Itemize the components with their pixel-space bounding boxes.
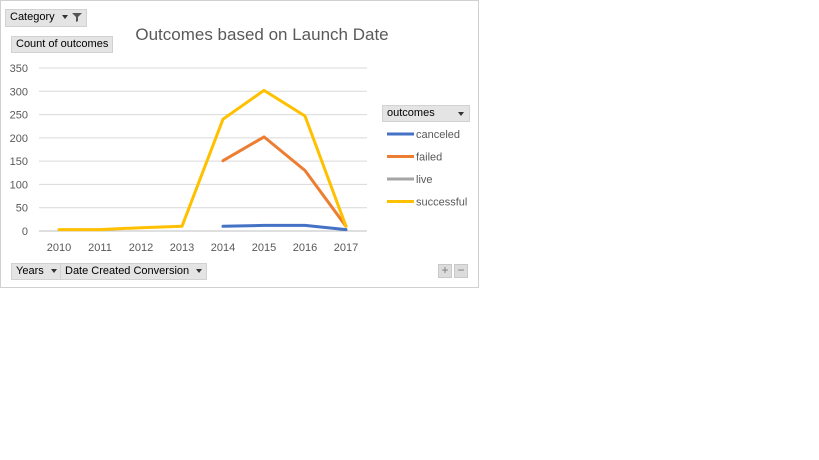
series-line-failed: [221, 135, 348, 228]
legend-label-canceled: canceled: [416, 129, 460, 141]
y-tick-label: 100: [10, 179, 28, 191]
series-line-successful: [57, 88, 348, 232]
y-tick-label: 250: [10, 110, 28, 122]
legend-label-failed: failed: [416, 152, 442, 164]
y-tick-label: 50: [16, 203, 28, 215]
x-tick-label: 2013: [170, 242, 194, 254]
x-tick-label: 2015: [252, 242, 276, 254]
y-tick-label: 150: [10, 156, 28, 168]
y-tick-label: 0: [22, 226, 28, 238]
x-tick-label: 2016: [293, 242, 317, 254]
x-tick-label: 2017: [334, 242, 358, 254]
chart-title: Outcomes based on Launch Date: [135, 25, 388, 44]
y-tick-label: 200: [10, 133, 28, 145]
x-tick-label: 2012: [129, 242, 153, 254]
x-tick-label: 2010: [47, 242, 71, 254]
legend-label-live: live: [416, 174, 433, 186]
y-tick-label: 350: [10, 63, 28, 75]
plot-area: Outcomes based on Launch Date 0 50 100 150 20…: [10, 25, 468, 254]
x-tick-label: 2011: [88, 242, 112, 254]
legend-label-successful: successful: [416, 197, 467, 209]
y-tick-label: 300: [10, 86, 28, 98]
pivot-chart: Category Count of outcomes outcomes Year…: [0, 0, 479, 288]
series-line-canceled: [221, 223, 348, 232]
x-tick-label: 2014: [211, 242, 235, 254]
